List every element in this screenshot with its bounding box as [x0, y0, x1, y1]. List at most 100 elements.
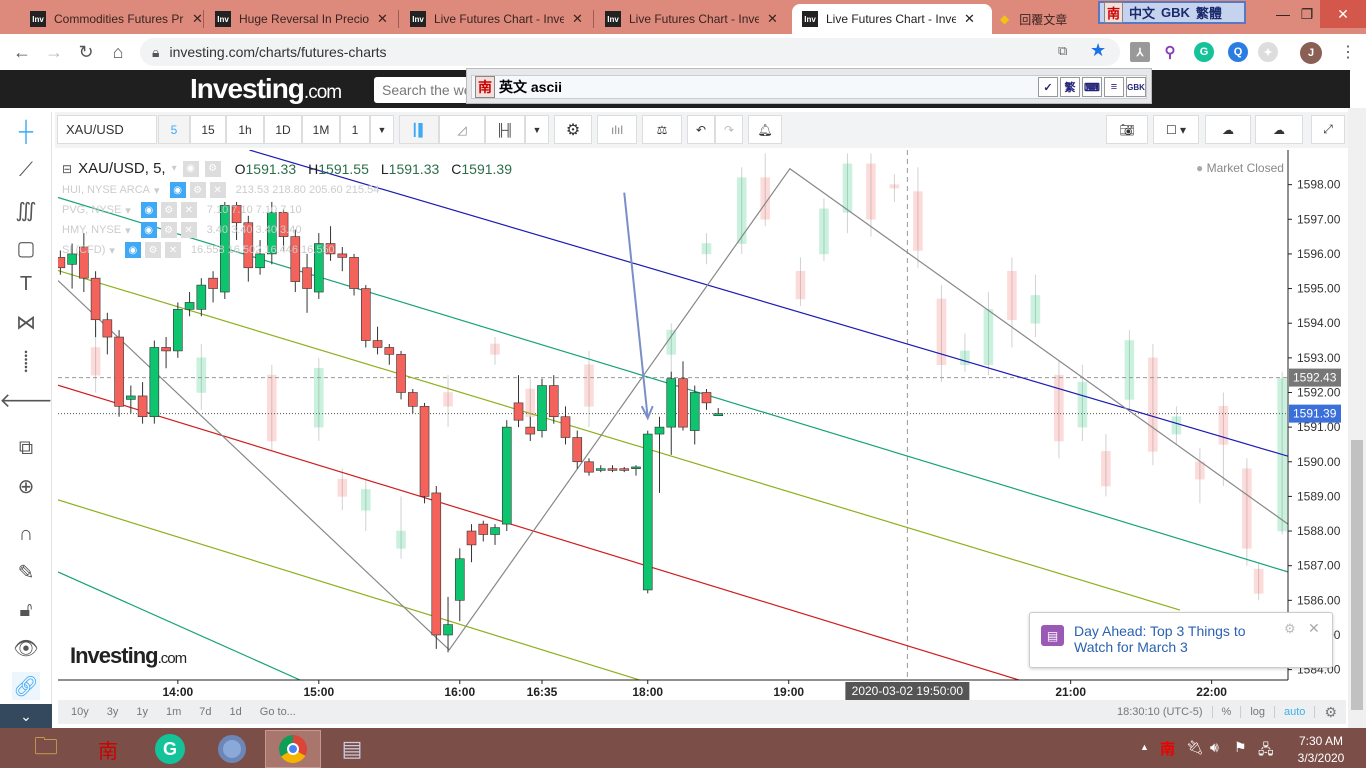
browser-tab[interactable]: Inv Huge Reversal In Precious ✕ [205, 4, 398, 34]
interval-1d[interactable]: 1D [264, 115, 302, 144]
settings-gear-icon[interactable]: ⚙ [204, 160, 221, 177]
interval-custom[interactable]: 1 [340, 115, 370, 144]
remove-icon[interactable]: ✕ [180, 222, 197, 238]
redo-icon[interactable]: ↷ [715, 115, 743, 144]
range-1m[interactable]: 1m [157, 706, 190, 718]
cloud-save-icon[interactable]: ☁ [1255, 115, 1303, 144]
close-tab-icon[interactable]: ✕ [767, 11, 778, 27]
close-tab-icon[interactable]: ✕ [964, 11, 975, 27]
remove-icon[interactable]: ✕ [180, 202, 197, 218]
lookup-extension-icon[interactable]: Q [1228, 42, 1248, 62]
notification-settings-icon[interactable]: ⚙ [1284, 621, 1296, 637]
bars-chart-icon[interactable]: ╟╢ [485, 115, 525, 144]
close-tab-icon[interactable]: ✕ [377, 11, 388, 27]
auto-scale-toggle[interactable]: auto [1275, 706, 1316, 718]
browser-tab[interactable]: InvLive Futures Chart - Investing✕ [400, 4, 593, 34]
collapse-sidebar-icon[interactable]: ⌄ [0, 704, 52, 728]
interval-15[interactable]: 15 [190, 115, 226, 144]
visibility-eye-icon[interactable]: ◉ [182, 160, 199, 177]
investing-logo[interactable]: Investing.com [190, 73, 342, 105]
ime-menu-icon[interactable]: ≡ [1104, 77, 1124, 97]
close-tab-icon[interactable]: ✕ [192, 11, 203, 27]
go-to-date-button[interactable]: Go to... [251, 706, 305, 718]
remove-icon[interactable]: ✕ [164, 242, 181, 258]
ime-keyboard-icon[interactable]: ⌨ [1082, 77, 1102, 97]
interval-1h[interactable]: 1h [226, 115, 264, 144]
app-taskbar-icon[interactable]: ▤ [326, 730, 378, 768]
show-hidden-icons[interactable]: ▲ [1140, 742, 1149, 752]
browser-tab[interactable]: InvCommodities Futures Prices✕ [20, 4, 213, 34]
ime-app-icon[interactable]: 南 [82, 730, 134, 768]
menu-kebab-icon[interactable]: ⋮ [1340, 42, 1356, 62]
undo-icon[interactable]: ↶ [687, 115, 715, 144]
grammarly-icon[interactable]: G [1194, 42, 1214, 62]
range-1d[interactable]: 1d [221, 706, 251, 718]
chart-type-dropdown-icon[interactable]: ▼ [525, 115, 549, 144]
remove-icon[interactable]: ✕ [209, 182, 226, 198]
chart-settings-gear-icon[interactable]: ⚙ [1315, 704, 1346, 721]
home-icon[interactable]: ⌂ [106, 40, 130, 64]
indicators-icon[interactable]: ılıl [597, 115, 637, 144]
add-alert-bell-icon[interactable]: 🔔︎ [748, 115, 782, 144]
interval-dropdown-icon[interactable]: ▼ [370, 115, 394, 144]
drawing-lock-icon[interactable]: ✎ [12, 558, 40, 586]
visibility-eye-icon[interactable]: ◉ [140, 202, 157, 218]
magnet-icon[interactable]: ∩ [12, 520, 40, 548]
system-clock[interactable]: 7:30 AM 3/3/2020 [1290, 733, 1352, 767]
url-field[interactable]: 🔒︎ investing.com/charts/futures-charts [140, 38, 1120, 66]
visibility-eye-icon[interactable]: ◉ [124, 242, 141, 258]
settings-gear-icon[interactable]: ⚙ [160, 202, 177, 218]
symbol-input[interactable]: XAU/USD [57, 115, 157, 144]
trend-line-icon[interactable]: ⟋ [12, 156, 40, 184]
zoom-in-icon[interactable]: ⊕ [12, 472, 40, 500]
grammarly-taskbar-icon[interactable]: G [144, 730, 196, 768]
log-scale-toggle[interactable]: log [1241, 706, 1276, 718]
collapse-legend-icon[interactable]: ⊟ [62, 162, 72, 176]
range-10y[interactable]: 10y [62, 706, 98, 718]
action-center-flag-icon[interactable]: ⚑ [1234, 739, 1247, 756]
chrome-canary-icon[interactable] [206, 730, 258, 768]
layout-select-icon[interactable]: ☐ ▾ [1153, 115, 1199, 144]
interval-5[interactable]: 5 [158, 115, 190, 144]
network-icon[interactable]: 🖧︎ [1258, 739, 1274, 763]
settings-gear-icon[interactable]: ⚙ [160, 222, 177, 238]
screenshot-camera-icon[interactable]: 📷︎ [1106, 115, 1148, 144]
news-title-link[interactable]: Day Ahead: Top 3 Things to Watch for Mar… [1074, 623, 1274, 655]
visibility-eye-icon[interactable]: ◉ [140, 222, 157, 238]
percent-scale-toggle[interactable]: % [1213, 706, 1242, 718]
file-explorer-icon[interactable]: 🗀 [20, 730, 72, 768]
ime-status-bar[interactable]: 南中文 GBK 繁體 [1098, 1, 1246, 24]
browser-tab[interactable]: ◆ 回覆文章 [990, 4, 1077, 34]
bookmark-star-icon[interactable]: ★ [1090, 40, 1106, 61]
candles-chart-icon[interactable]: ┃▌ [399, 115, 439, 144]
settings-gear-icon[interactable]: ⚙ [144, 242, 161, 258]
forward-icon[interactable]: → [42, 40, 66, 64]
translate-icon[interactable]: ⧉ [1058, 43, 1067, 59]
volume-icon[interactable]: 🔊︎ [1210, 739, 1219, 756]
compare-scale-icon[interactable]: ⚖ [642, 115, 682, 144]
chrome-taskbar-icon[interactable] [265, 730, 321, 768]
crosshair-icon[interactable]: ┼ [12, 118, 40, 146]
search-extension-icon[interactable]: ⚲ [1160, 42, 1180, 62]
visibility-eye-icon[interactable]: 👁︎ [12, 634, 40, 662]
text-tool-icon[interactable]: T [12, 270, 40, 298]
news-notification[interactable]: ▤ Day Ahead: Top 3 Things to Watch for M… [1029, 612, 1333, 668]
cloud-load-icon[interactable]: ☁ [1205, 115, 1251, 144]
fib-retracement-icon[interactable]: ∭ [12, 196, 40, 224]
scrollbar-thumb[interactable] [1351, 440, 1363, 710]
pdf-extension-icon[interactable]: ⅄ [1130, 42, 1150, 62]
pattern-icon[interactable]: ⋈ [12, 308, 40, 336]
range-1y[interactable]: 1y [127, 706, 157, 718]
close-window-button[interactable]: ✕ [1320, 0, 1366, 28]
power-icon[interactable]: 🔌︎ [1186, 739, 1204, 756]
settings-gear-icon[interactable]: ⚙ [554, 115, 592, 144]
range-3y[interactable]: 3y [98, 706, 128, 718]
close-notification-icon[interactable]: ✕ [1308, 620, 1320, 637]
back-arrow-icon[interactable]: 🡐 [0, 386, 53, 414]
zoom-range-icon[interactable]: ⧉ [12, 434, 40, 462]
visibility-eye-icon[interactable]: ◉ [169, 182, 186, 198]
avatar[interactable]: J [1300, 42, 1322, 64]
tray-ime-icon[interactable]: 南 [1160, 738, 1175, 759]
ime-gbk-button[interactable]: GBK [1126, 77, 1146, 97]
link-icon[interactable]: 🔗︎ [12, 672, 40, 700]
